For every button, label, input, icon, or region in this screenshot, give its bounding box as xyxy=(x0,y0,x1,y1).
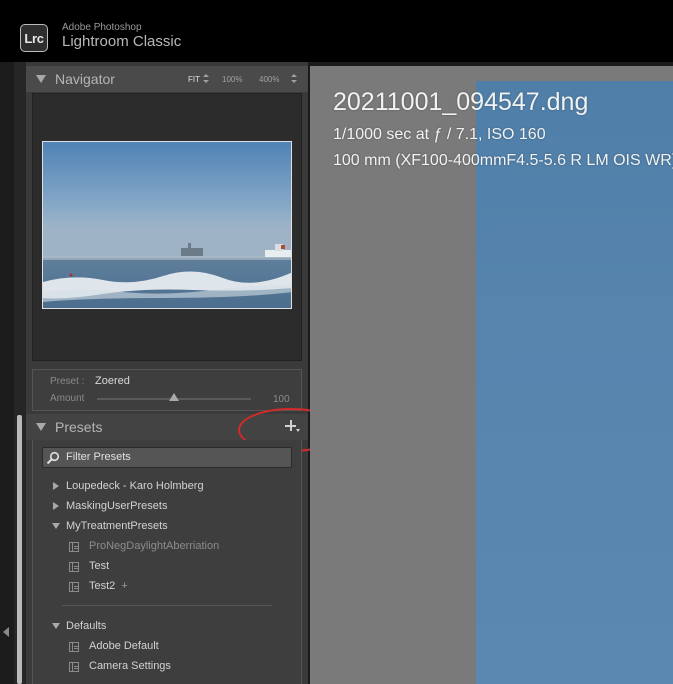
navigator-collapse-triangle-icon[interactable] xyxy=(36,75,46,83)
zoom-400[interactable]: 400% xyxy=(259,75,279,84)
left-edge-strip xyxy=(0,62,14,684)
navigator-title: Navigator xyxy=(55,71,115,87)
amount-label: Amount xyxy=(50,393,85,404)
preset-item-icon xyxy=(69,582,79,592)
zoom-fit[interactable]: FIT xyxy=(188,75,200,84)
group-expand-icon[interactable] xyxy=(53,502,59,510)
preset-group-defaults[interactable]: Defaults xyxy=(66,620,106,632)
title-bar: Lrc Adobe Photoshop Lightroom Classic xyxy=(0,0,673,62)
preset-item-proneg[interactable]: ProNegDaylightAberriation xyxy=(89,540,219,552)
collapse-left-panel-arrow-icon[interactable] xyxy=(3,627,9,637)
preset-item-icon xyxy=(69,542,79,552)
presets-title: Presets xyxy=(55,419,103,435)
presets-divider xyxy=(62,605,272,606)
photo-lens: 100 mm (XF100-400mmF4.5-5.6 R LM OIS WR) xyxy=(333,152,673,169)
photo-filename: 20211001_094547.dng xyxy=(333,88,589,116)
preset-group-loupedeck[interactable]: Loupedeck - Karo Holmberg xyxy=(66,480,204,492)
preset-item-test[interactable]: Test xyxy=(89,560,109,572)
preset-group-mytreatment[interactable]: MyTreatmentPresets xyxy=(66,520,168,532)
search-icon xyxy=(46,451,60,465)
preset-label: Preset : xyxy=(50,376,85,387)
lrc-logo: Lrc xyxy=(20,24,48,52)
zoom-100[interactable]: 100% xyxy=(222,75,242,84)
photo-info-overlay: 20211001_094547.dng 1/1000 sec at ƒ / 7.… xyxy=(310,62,673,684)
photo-exposure: 1/1000 sec at ƒ / 7.1, ISO 160 xyxy=(333,126,546,143)
filter-presets-placeholder: Filter Presets xyxy=(66,451,131,463)
preset-item-camera-settings[interactable]: Camera Settings xyxy=(89,660,171,672)
seascape-thumbnail-image xyxy=(43,142,291,308)
preset-item-icon xyxy=(69,642,79,652)
brand-lightroom-classic: Lightroom Classic xyxy=(62,33,182,50)
zoom-fit-dropdown-icon[interactable] xyxy=(203,74,209,84)
amount-slider-thumb[interactable] xyxy=(169,393,179,401)
preset-value: Zoered xyxy=(95,375,130,387)
group-collapse-icon[interactable] xyxy=(52,523,60,529)
preset-item-test2[interactable]: Test2 + xyxy=(89,580,128,592)
preset-item-adobe-default[interactable]: Adobe Default xyxy=(89,640,159,652)
group-expand-icon[interactable] xyxy=(53,482,59,490)
brand-adobe-photoshop: Adobe Photoshop xyxy=(62,22,142,33)
panel-scrollbar-thumb[interactable] xyxy=(17,415,22,684)
zoom-custom-dropdown-icon[interactable] xyxy=(291,74,297,84)
preset-item-icon xyxy=(69,662,79,672)
preset-group-masking[interactable]: MaskingUserPresets xyxy=(66,500,167,512)
navigator-thumbnail[interactable] xyxy=(42,141,292,309)
group-collapse-icon[interactable] xyxy=(52,623,60,629)
presets-collapse-triangle-icon[interactable] xyxy=(36,423,46,431)
amount-value: 100 xyxy=(273,394,290,405)
preset-item-icon xyxy=(69,562,79,572)
preset-item-test2-label: Test2 xyxy=(89,580,116,592)
preset-modified-plus: + xyxy=(121,580,128,592)
